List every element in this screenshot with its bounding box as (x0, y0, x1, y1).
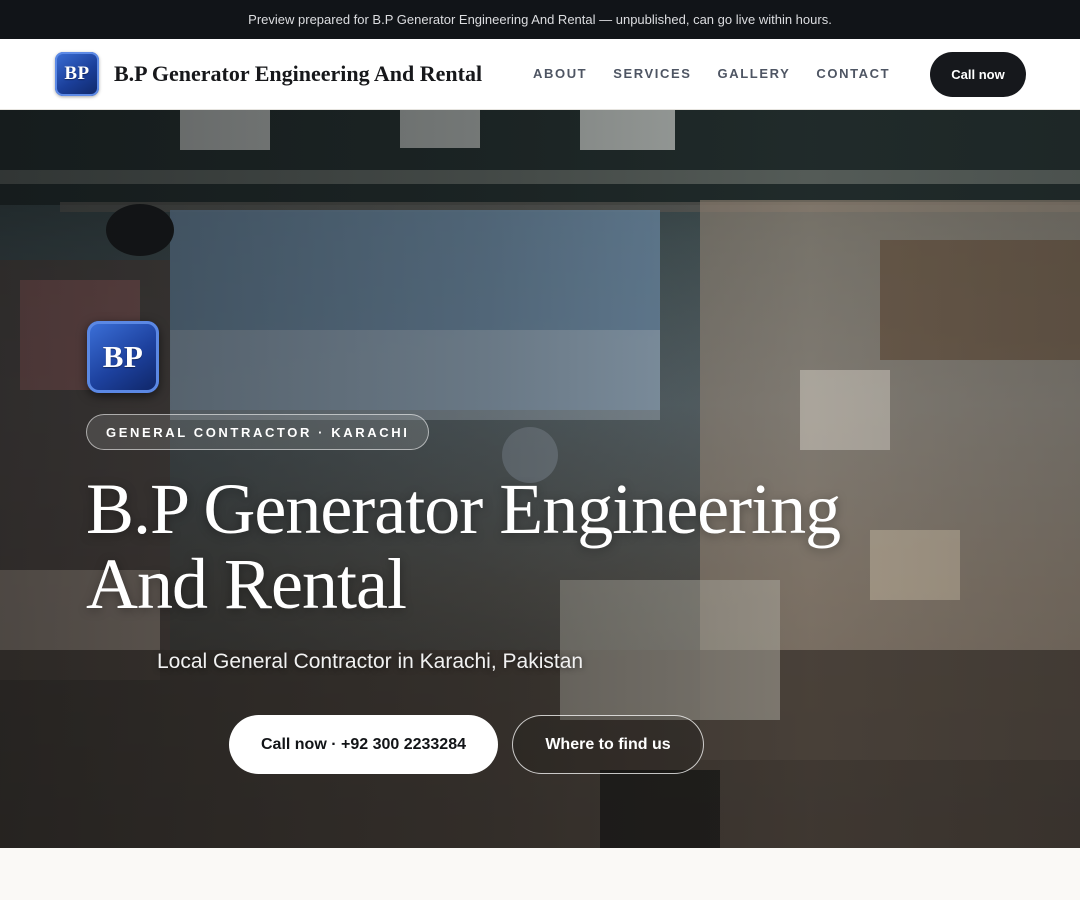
hero-logo-text: BP (102, 339, 144, 374)
hero-logo-icon: BP (87, 321, 159, 393)
hero-call-button[interactable]: Call now · +92 300 2233284 (229, 715, 498, 774)
brand-name[interactable]: B.P Generator Engineering And Rental (114, 61, 482, 87)
hero-directions-button[interactable]: Where to find us (512, 715, 704, 774)
hero-category-badge: GENERAL CONTRACTOR · KARACHI (86, 414, 430, 450)
nav-link-contact[interactable]: CONTACT (816, 66, 890, 81)
brand-logo-text: BP (64, 63, 90, 84)
hero-section: BP GENERAL CONTRACTOR · KARACHI B.P Gene… (0, 110, 1080, 848)
site-header: BP B.P Generator Engineering And Rental … (0, 39, 1080, 110)
preview-notice-bar: Preview prepared for B.P Generator Engin… (0, 0, 1080, 39)
page-content-below (0, 848, 1080, 900)
nav-link-gallery[interactable]: GALLERY (718, 66, 791, 81)
preview-notice-text: Preview prepared for B.P Generator Engin… (248, 12, 832, 27)
nav-link-services[interactable]: SERVICES (613, 66, 691, 81)
main-nav: ABOUT SERVICES GALLERY CONTACT (533, 66, 916, 81)
brand-logo-icon[interactable]: BP (55, 52, 99, 96)
nav-link-about[interactable]: ABOUT (533, 66, 587, 81)
hero-subtitle: Local General Contractor in Karachi, Pak… (157, 650, 584, 673)
hero-title: B.P Generator Engineering And Rental (86, 469, 841, 624)
header-call-now-button[interactable]: Call now (930, 52, 1026, 97)
